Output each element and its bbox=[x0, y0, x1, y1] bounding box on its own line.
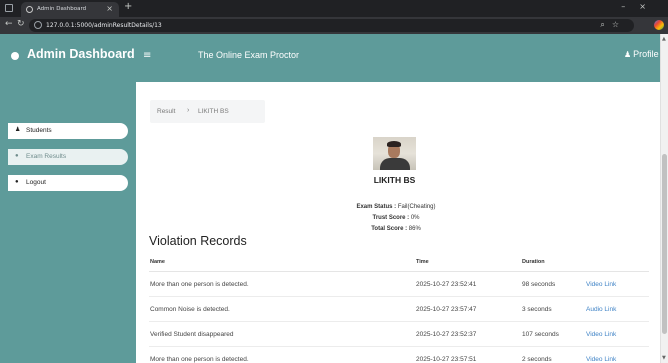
violation-time: 2025-10-27 23:52:37 bbox=[416, 331, 477, 338]
browser-profile-icon[interactable] bbox=[654, 20, 664, 30]
tab-list-icon[interactable] bbox=[5, 4, 13, 12]
trust-score: Trust Score : 0% bbox=[372, 215, 420, 221]
chevron-right-icon: › bbox=[187, 107, 190, 114]
violation-name: More than one person is detected. bbox=[150, 356, 249, 363]
violation-time: 2025-10-27 23:57:51 bbox=[416, 356, 477, 363]
breadcrumb-parent[interactable]: Result bbox=[157, 108, 175, 115]
violation-duration: 107 seconds bbox=[522, 331, 559, 338]
sidebar-item-exam-results[interactable]: ● Exam Results bbox=[8, 149, 128, 165]
table-header: Name Time Duration bbox=[149, 250, 649, 272]
user-icon: ♟ bbox=[15, 127, 21, 133]
scroll-up-icon[interactable]: ▲ bbox=[662, 36, 666, 42]
student-name: LIKITH BS bbox=[373, 175, 416, 185]
violation-duration: 2 seconds bbox=[522, 356, 552, 363]
address-bar-row: ← ↻ 127.0.0.1:5000/adminResultDetails/13… bbox=[0, 17, 668, 34]
column-header-time: Time bbox=[416, 259, 429, 265]
reload-icon[interactable]: ↻ bbox=[17, 19, 25, 29]
main-content: Result › LIKITH BS LIKITH BS Exam Status… bbox=[136, 82, 660, 363]
violation-records-title: Violation Records bbox=[149, 234, 247, 248]
evidence-link[interactable]: Video Link bbox=[586, 356, 616, 363]
profile-label: Profile bbox=[633, 49, 659, 59]
exam-status: Exam Status : Fail(Cheating) bbox=[356, 204, 436, 210]
sidebar-item-logout[interactable]: ● Logout bbox=[8, 175, 128, 191]
violation-duration: 98 seconds bbox=[522, 281, 556, 288]
violation-name: More than one person is detected. bbox=[150, 281, 249, 288]
column-header-duration: Duration bbox=[522, 259, 545, 265]
violation-name: Verified Student disappeared bbox=[150, 331, 234, 338]
table-row: Common Noise is detected. 2025-10-27 23:… bbox=[149, 297, 649, 322]
page-scrollbar[interactable]: ▲ ▼ bbox=[660, 34, 668, 363]
tab-favicon-icon bbox=[26, 6, 33, 13]
tab-close-icon[interactable]: × bbox=[106, 4, 113, 13]
sidebar: ♟ Students ● Exam Results ● Logout bbox=[0, 82, 136, 363]
sidebar-item-label: Exam Results bbox=[26, 153, 67, 160]
scrollbar-thumb[interactable] bbox=[662, 154, 667, 334]
logout-icon: ● bbox=[15, 179, 19, 185]
back-icon[interactable]: ← bbox=[5, 19, 13, 29]
url-text[interactable]: 127.0.0.1:5000/adminResultDetails/13 bbox=[46, 22, 162, 29]
evidence-link[interactable]: Audio Link bbox=[586, 306, 616, 313]
table-row: Verified Student disappeared 2025-10-27 … bbox=[149, 322, 649, 347]
breadcrumb-current: LIKITH BS bbox=[198, 108, 229, 115]
sidebar-item-label: Logout bbox=[26, 179, 46, 186]
omnibox-tools[interactable]: ⌕☆ bbox=[600, 20, 626, 30]
brand-title: Admin Dashboard bbox=[27, 47, 135, 61]
address-bar[interactable]: 127.0.0.1:5000/adminResultDetails/13 ⌕☆ bbox=[29, 19, 634, 32]
scroll-down-icon[interactable]: ▼ bbox=[662, 355, 666, 361]
app-header: Admin Dashboard ≡ The Online Exam Procto… bbox=[0, 34, 668, 82]
site-info-icon[interactable] bbox=[34, 21, 42, 29]
brand-logo-icon bbox=[11, 52, 19, 60]
new-tab-icon[interactable]: + bbox=[124, 1, 132, 12]
browser-tab[interactable]: Admin Dashboard × bbox=[21, 2, 119, 17]
sidebar-item-label: Students bbox=[26, 127, 52, 134]
results-icon: ● bbox=[15, 153, 19, 159]
breadcrumb: Result › LIKITH BS bbox=[150, 100, 265, 123]
header-title: The Online Exam Proctor bbox=[198, 50, 300, 60]
violation-time: 2025-10-27 23:52:41 bbox=[416, 281, 477, 288]
tab-title: Admin Dashboard bbox=[37, 6, 87, 12]
brand: Admin Dashboard bbox=[0, 34, 136, 82]
table-row: More than one person is detected. 2025-1… bbox=[149, 272, 649, 297]
table-row: More than one person is detected. 2025-1… bbox=[149, 347, 649, 363]
violation-duration: 3 seconds bbox=[522, 306, 552, 313]
hamburger-icon[interactable]: ≡ bbox=[143, 50, 151, 61]
evidence-link[interactable]: Video Link bbox=[586, 331, 616, 338]
window-controls[interactable]: –× bbox=[621, 2, 660, 11]
student-photo bbox=[373, 137, 416, 170]
violation-name: Common Noise is detected. bbox=[150, 306, 230, 313]
column-header-name: Name bbox=[150, 259, 165, 265]
sidebar-item-students[interactable]: ♟ Students bbox=[8, 123, 128, 139]
profile-link[interactable]: ♟ Profile bbox=[624, 49, 659, 59]
profile-icon: ♟ bbox=[624, 50, 632, 59]
browser-tab-bar: Admin Dashboard × + –× bbox=[0, 0, 668, 17]
violation-time: 2025-10-27 23:57:47 bbox=[416, 306, 477, 313]
total-score: Total Score : 86% bbox=[371, 226, 421, 232]
evidence-link[interactable]: Video Link bbox=[586, 281, 616, 288]
